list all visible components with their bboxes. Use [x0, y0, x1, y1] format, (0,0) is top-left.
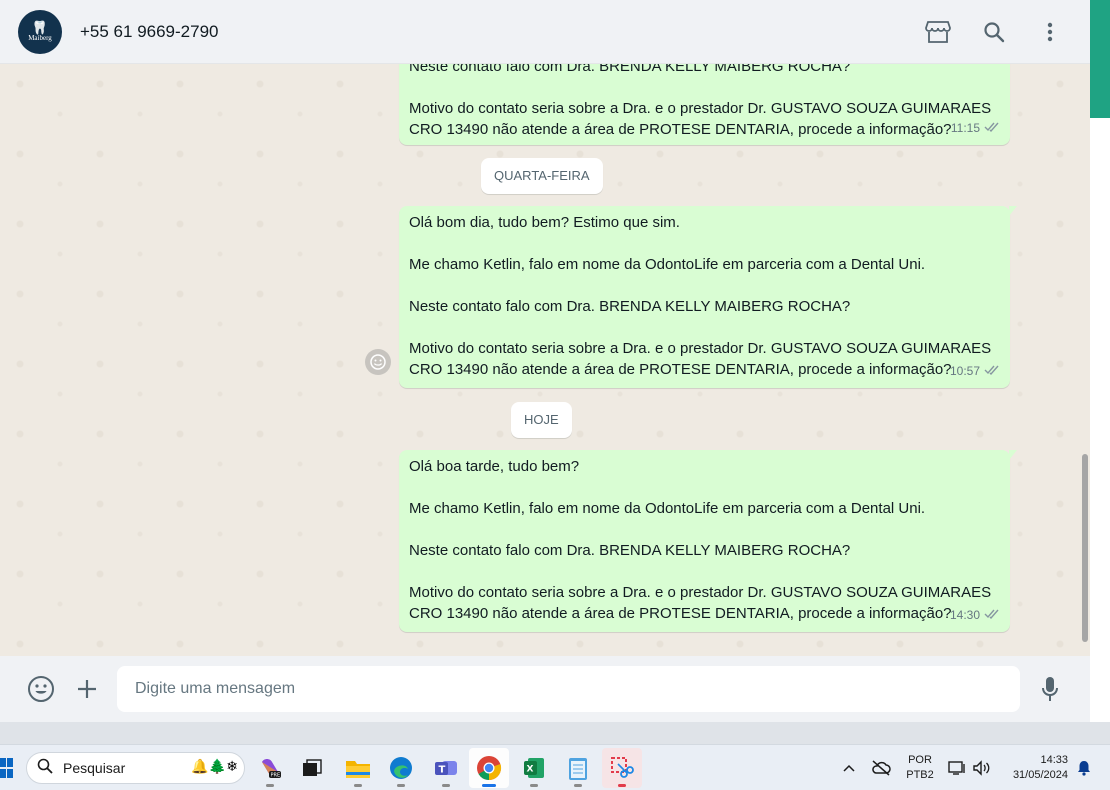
svg-text:T: T: [439, 765, 446, 776]
window-accent-strip: [1090, 0, 1110, 118]
app-indicator: [266, 784, 274, 787]
message-time: 11:15: [950, 121, 980, 135]
snipping-tool-icon[interactable]: [602, 748, 642, 788]
chat-scrollbar[interactable]: [1082, 454, 1088, 642]
app-indicator: [574, 784, 582, 787]
message-bubble-outgoing[interactable]: Olá bom dia, tudo bem? Estimo que sim. M…: [399, 206, 1017, 388]
window-gutter: [1090, 118, 1110, 744]
avatar-brand: Maiberg: [28, 34, 52, 42]
double-check-icon: [984, 605, 1000, 626]
app-indicator: [442, 784, 450, 787]
message-input[interactable]: [117, 666, 1020, 712]
search-icon[interactable]: [966, 12, 1022, 52]
edge-icon[interactable]: [381, 748, 421, 788]
clock-time: 14:33: [1040, 754, 1068, 766]
chevron-up-icon[interactable]: [838, 745, 860, 790]
network-icon[interactable]: [946, 745, 968, 790]
bubble-tail: [1009, 450, 1017, 460]
message-text: Olá bom dia, tudo bem? Estimo que sim.: [409, 214, 680, 231]
language-indicator[interactable]: POR PTB2: [902, 745, 938, 790]
language-top: POR: [908, 754, 932, 766]
window-bottom-edge: [0, 722, 1110, 744]
message-text: Neste contato falo com Dra. BRENDA KELLY…: [409, 64, 851, 75]
message-time: 14:30: [949, 608, 980, 622]
chrome-icon[interactable]: [469, 748, 509, 788]
chat-area[interactable]: Neste contato falo com Dra. BRENDA KELLY…: [0, 64, 1090, 656]
contact-name[interactable]: +55 61 9669-2790: [80, 22, 219, 42]
message-composer: [0, 656, 1090, 722]
message-text: Motivo do contato seria sobre a Dra. e o…: [409, 584, 992, 622]
date-divider: HOJE: [511, 402, 572, 438]
microphone-icon[interactable]: [1027, 666, 1073, 712]
excel-icon[interactable]: X: [514, 748, 554, 788]
svg-text:PRE: PRE: [271, 773, 281, 779]
notification-bell-icon[interactable]: [1074, 745, 1094, 790]
message-text: Me chamo Ketlin, falo em nome da OdontoL…: [409, 256, 926, 273]
search-label: Pesquisar: [63, 760, 126, 776]
message-bubble-outgoing[interactable]: Olá boa tarde, tudo bem? Me chamo Ketlin…: [399, 450, 1017, 632]
message-text: Olá boa tarde, tudo bem?: [409, 458, 580, 475]
emoji-reaction-button[interactable]: [365, 349, 391, 375]
app-indicator: [530, 784, 538, 787]
windows-start-icon[interactable]: [0, 754, 14, 782]
windows-taskbar: Pesquisar 🔔🌲❄ PRE T X POR PTB2 14:33 31/…: [0, 744, 1110, 790]
notepad-icon[interactable]: [558, 748, 598, 788]
double-check-icon: [984, 361, 1000, 382]
copilot-icon[interactable]: PRE: [250, 748, 290, 788]
teams-icon[interactable]: T: [426, 748, 466, 788]
more-vertical-icon[interactable]: [1022, 12, 1078, 52]
chat-header: 🦷 Maiberg +55 61 9669-2790: [0, 0, 1090, 64]
emoji-icon[interactable]: [18, 666, 64, 712]
store-icon[interactable]: [910, 12, 966, 52]
clock-date: 31/05/2024: [1012, 769, 1068, 781]
message-text: Neste contato falo com Dra. BRENDA KELLY…: [409, 542, 851, 559]
bubble-tail: [1009, 206, 1017, 216]
message-text: Motivo do contato seria sobre a Dra. e o…: [409, 340, 992, 378]
date-divider: QUARTA-FEIRA: [481, 158, 603, 194]
cloud-offline-icon[interactable]: [868, 745, 894, 790]
taskbar-clock[interactable]: 14:33 31/05/2024: [1000, 745, 1068, 790]
language-bottom: PTB2: [906, 769, 934, 781]
search-icon: [37, 758, 53, 779]
winter-decoration-icon: 🔔🌲❄: [191, 758, 238, 774]
app-indicator: [618, 784, 626, 787]
app-indicator: [354, 784, 362, 787]
double-check-icon: [984, 118, 1000, 139]
plus-attach-icon[interactable]: [64, 666, 110, 712]
app-indicator: [397, 784, 405, 787]
svg-text:X: X: [527, 765, 534, 775]
tooth-logo-icon: 🦷: [31, 20, 49, 35]
message-bubble-outgoing[interactable]: Neste contato falo com Dra. BRENDA KELLY…: [399, 64, 1010, 145]
message-text: Me chamo Ketlin, falo em nome da OdontoL…: [409, 500, 926, 517]
message-time: 10:57: [949, 364, 980, 378]
avatar[interactable]: 🦷 Maiberg: [18, 9, 62, 54]
message-text: Neste contato falo com Dra. BRENDA KELLY…: [409, 298, 851, 315]
file-explorer-icon[interactable]: [338, 748, 378, 788]
speaker-icon[interactable]: [970, 745, 992, 790]
task-view-icon[interactable]: [292, 748, 332, 788]
message-text: Motivo do contato seria sobre a Dra. e o…: [409, 100, 992, 138]
app-indicator: [482, 784, 496, 787]
taskbar-search[interactable]: Pesquisar 🔔🌲❄: [26, 752, 245, 784]
